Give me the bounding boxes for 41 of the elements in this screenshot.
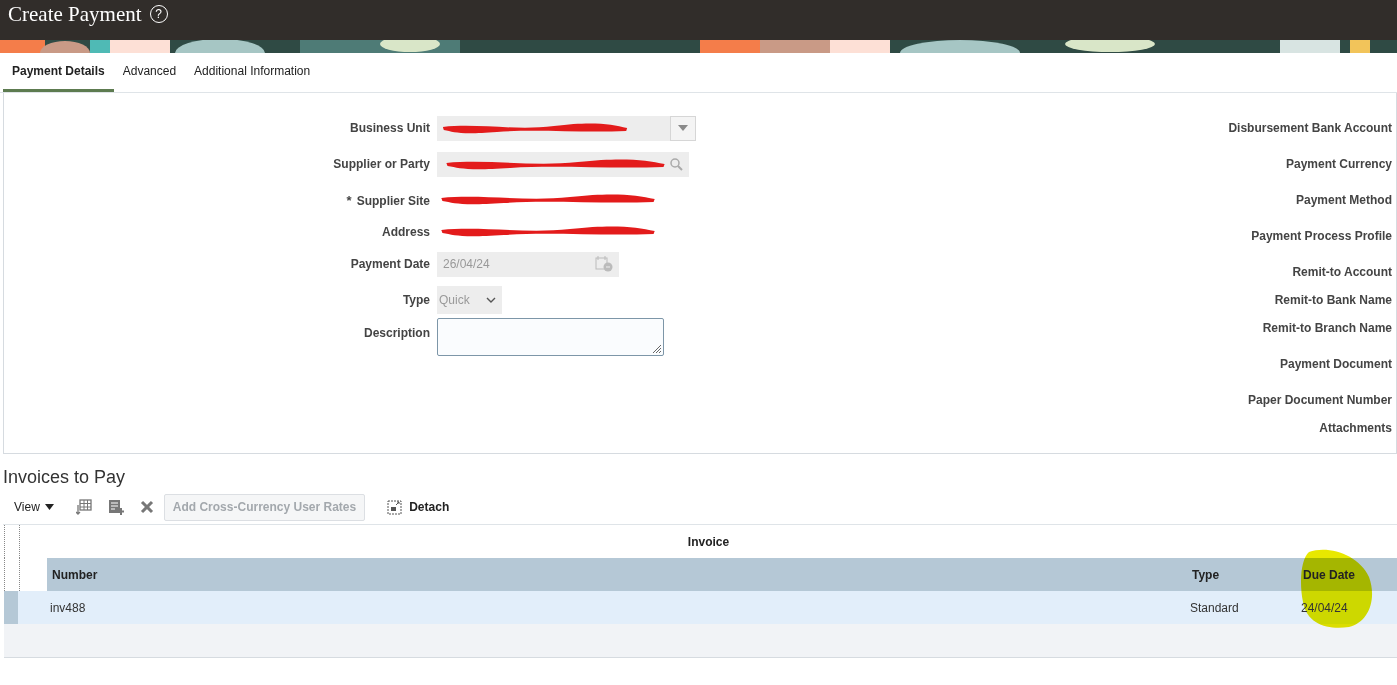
resize-grip-icon[interactable] <box>650 342 662 354</box>
tab[interactable]: Advanced <box>113 53 186 92</box>
freeze-columns-icon[interactable] <box>75 499 92 515</box>
field-label: Remit-to Bank Name <box>1274 293 1392 307</box>
tab[interactable]: Payment Details <box>3 53 114 92</box>
required-mark: * <box>346 192 352 208</box>
field-label: Business Unit <box>350 121 430 135</box>
selector-column-header <box>4 525 20 558</box>
field-label: Disbursement Bank Account <box>1228 121 1392 135</box>
field-label: Payment Method <box>1296 193 1392 207</box>
detach-button[interactable]: Detach <box>381 498 456 516</box>
column-header[interactable]: Due Date <box>1303 567 1355 582</box>
table-cell: inv488 <box>50 600 86 615</box>
delete-icon[interactable] <box>139 500 154 514</box>
column-header[interactable]: Type <box>1192 567 1220 582</box>
section-title: Invoices to Pay <box>2 466 127 489</box>
field-label: Payment Date <box>350 257 430 271</box>
field-label: Address <box>381 225 430 239</box>
field-label: Remit-to Branch Name <box>1262 321 1392 335</box>
page-title: Create Payment <box>8 2 142 27</box>
field-label: Supplier or Party <box>333 157 430 171</box>
detach-icon <box>387 499 403 515</box>
field-label: Payment Document <box>1279 357 1392 371</box>
column-header[interactable]: Number <box>52 567 98 582</box>
tab[interactable]: Additional Information <box>185 53 320 92</box>
chevron-down-icon[interactable] <box>486 297 496 303</box>
view-menu[interactable]: View <box>11 500 60 514</box>
description-field[interactable] <box>437 318 664 356</box>
caret-down-icon <box>44 504 54 510</box>
field-label: Type <box>402 293 430 307</box>
field-label: Remit-to Account <box>1292 265 1392 279</box>
column-group-header: Invoice <box>686 534 731 551</box>
field-label: Attachments <box>1319 421 1392 435</box>
add-row-icon[interactable] <box>107 499 124 515</box>
dropdown-icon[interactable] <box>670 115 696 141</box>
table-cell: Standard <box>1190 600 1239 615</box>
field-label: Payment Currency <box>1285 157 1392 171</box>
field-label: Payment Process Profile <box>1251 229 1392 243</box>
field-label: Paper Document Number <box>1247 393 1392 407</box>
field-label: Supplier Site <box>356 193 430 208</box>
field-label: Description <box>364 326 430 340</box>
